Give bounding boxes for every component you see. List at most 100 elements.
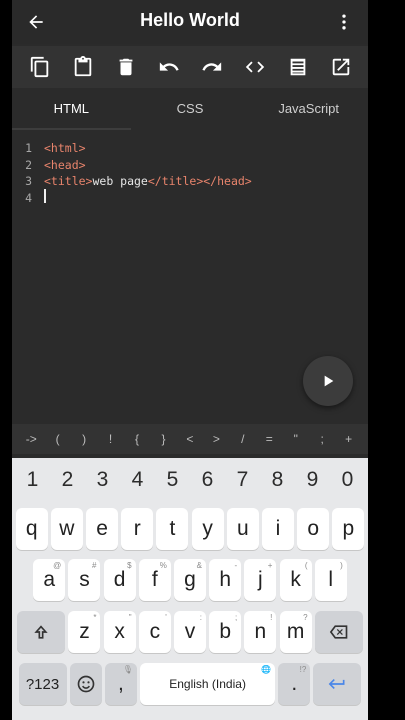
code-line[interactable]: 4 (12, 189, 368, 207)
format-button[interactable] (282, 51, 314, 83)
code-line[interactable]: 2 <head> (12, 157, 368, 174)
delete-button[interactable] (110, 51, 142, 83)
letter-key[interactable]: ' c (138, 611, 171, 653)
letter-key[interactable]: " x (103, 611, 136, 653)
paste-button[interactable] (67, 51, 99, 83)
symbol-key[interactable]: -> (21, 432, 41, 446)
html-tag-token: <title> (44, 174, 93, 189)
line-code: <head> (44, 158, 86, 172)
code-line[interactable]: 1 <html> (12, 140, 368, 157)
letter-key[interactable]: & g (174, 559, 206, 601)
play-icon (324, 375, 334, 387)
letter-key[interactable]: ? m (279, 611, 312, 653)
key-label: l (328, 568, 334, 591)
line-code: <title>web page</title></head> (44, 174, 252, 188)
symbol-key[interactable]: { (127, 432, 147, 446)
letter-key[interactable]: ; b (209, 611, 242, 653)
key-label: f (151, 568, 158, 591)
symbol-key[interactable]: ) (74, 432, 94, 446)
key-label: v (184, 620, 196, 643)
open-external-button[interactable] (325, 51, 357, 83)
symbol-key[interactable]: } (153, 432, 173, 446)
number-key[interactable]: 9 (295, 468, 330, 492)
number-key[interactable]: 4 (120, 468, 155, 492)
key-label: m (286, 620, 305, 643)
symbol-key[interactable]: ( (48, 432, 68, 446)
line-code: <html> (44, 141, 86, 155)
letter-key[interactable]: e (86, 508, 119, 550)
alt-char: ; (234, 613, 238, 622)
symbol-key[interactable]: / (233, 432, 253, 446)
code-line[interactable]: 3 <title>web page</title></head> (12, 173, 368, 190)
copy-button[interactable] (24, 51, 56, 83)
symbol-key[interactable]: + (339, 432, 359, 446)
letter-key[interactable]: r (121, 508, 154, 550)
key-label: n (254, 620, 267, 643)
alt-char: + (267, 561, 273, 570)
symbol-key[interactable]: = (259, 432, 279, 446)
letter-key[interactable]: i (261, 508, 294, 550)
letter-key[interactable]: w (50, 508, 83, 550)
line-code (44, 189, 46, 206)
alt-char: # (91, 561, 97, 570)
comma-key[interactable]: 🎙 , (104, 663, 137, 705)
key-label: y (202, 517, 213, 540)
alt-char: % (159, 561, 167, 570)
number-key[interactable]: 8 (260, 468, 295, 492)
emoji-key[interactable] (69, 663, 102, 705)
letter-key[interactable]: $ d (103, 559, 136, 601)
tab-javascript[interactable]: JavaScript (249, 90, 368, 130)
letter-key[interactable]: % f (138, 559, 171, 601)
redo-icon (201, 62, 221, 71)
backspace-key[interactable] (314, 611, 363, 653)
tab-html[interactable]: HTML (12, 90, 131, 130)
number-key[interactable]: 7 (225, 468, 260, 492)
symbol-key[interactable]: ! (101, 432, 121, 446)
number-row: 1234567890 (12, 468, 368, 492)
letter-key[interactable]: * z (68, 611, 101, 653)
space-label: English (India) (169, 677, 246, 691)
letter-key[interactable]: p (332, 508, 365, 550)
alt-char: ! (270, 613, 273, 622)
symbol-key[interactable]: > (206, 432, 226, 446)
symbols-key[interactable]: ?123 (18, 663, 67, 705)
letter-key[interactable]: # s (68, 559, 101, 601)
enter-key[interactable] (313, 663, 362, 705)
overflow-menu-button[interactable] (330, 8, 358, 36)
key-label: k (290, 568, 301, 591)
number-key[interactable]: 2 (50, 468, 85, 492)
number-key[interactable]: 5 (155, 468, 190, 492)
space-key[interactable]: 🌐 English (India) (140, 663, 276, 705)
page-title: Hello World (140, 10, 240, 30)
symbol-key[interactable]: < (180, 432, 200, 446)
symbol-key[interactable]: " (286, 432, 306, 446)
code-button[interactable] (239, 51, 271, 83)
letter-key[interactable]: ! n (244, 611, 277, 653)
symbol-key[interactable]: ; (312, 432, 332, 446)
letter-key[interactable]: (k (279, 559, 312, 601)
letter-key[interactable]: o (297, 508, 330, 550)
run-button[interactable] (303, 356, 353, 406)
redo-button[interactable] (196, 51, 228, 83)
letter-key[interactable]: q (15, 508, 48, 550)
shift-key[interactable] (17, 611, 66, 653)
letter-key[interactable]: u (226, 508, 259, 550)
letter-key[interactable]: -h (209, 559, 242, 601)
letter-key[interactable]: ) l (314, 559, 347, 601)
letter-key[interactable]: + j (244, 559, 277, 601)
letter-key[interactable]: t (156, 508, 189, 550)
number-key[interactable]: 3 (85, 468, 120, 492)
letter-key[interactable]: y (191, 508, 224, 550)
number-key[interactable]: 6 (190, 468, 225, 492)
number-key[interactable]: 0 (330, 468, 365, 492)
key-label: w (59, 517, 75, 540)
undo-button[interactable] (153, 51, 185, 83)
tab-css[interactable]: CSS (131, 90, 250, 130)
keyboard-row-3: * z " x ' c: v; b! n? m (12, 611, 368, 653)
number-key[interactable]: 1 (15, 468, 50, 492)
period-key[interactable]: !? . (278, 663, 311, 705)
html-tag-token: </title></head> (147, 174, 252, 189)
letter-key[interactable]: @ a (33, 559, 66, 601)
letter-key[interactable]: :v (174, 611, 206, 653)
letter-keys: * z " x ' c: v; b! n? m (67, 611, 313, 653)
